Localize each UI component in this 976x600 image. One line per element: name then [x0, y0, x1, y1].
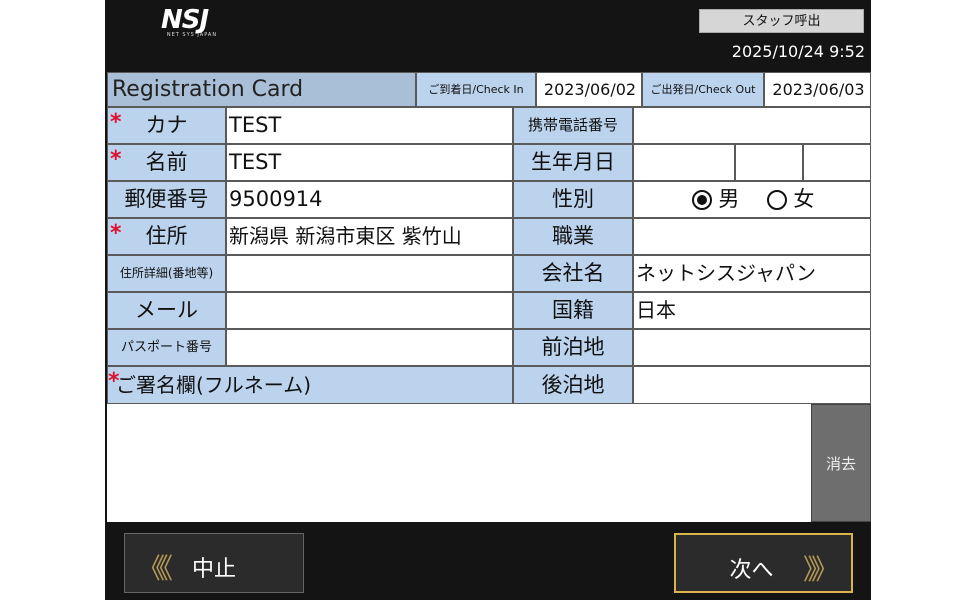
previous-stay-label: 前泊地: [513, 329, 633, 366]
company-input[interactable]: ネットシスジャパン: [633, 255, 871, 292]
cancel-button-label: 中止: [191, 557, 236, 582]
required-mark: *: [110, 221, 122, 246]
signature-label-text: ご署名欄(フルネーム): [116, 373, 312, 397]
name-label-text: 名前: [145, 150, 188, 174]
birth-month-input[interactable]: [735, 144, 803, 181]
name-label: * 名前: [107, 144, 226, 181]
kana-label: * カナ: [107, 107, 226, 144]
postal-code-label: 郵便番号: [107, 181, 226, 218]
required-mark: *: [108, 369, 120, 394]
email-label: メール: [107, 292, 226, 329]
nationality-input[interactable]: 日本: [633, 292, 871, 329]
cancel-button[interactable]: 《《 中止: [124, 533, 304, 593]
checkin-date[interactable]: 2023/06/02: [536, 72, 642, 107]
address-detail-input[interactable]: [226, 255, 513, 292]
mobile-phone-input[interactable]: [633, 107, 871, 144]
gender-field: 男 女: [633, 181, 871, 218]
kana-input[interactable]: TEST: [226, 107, 513, 144]
passport-input[interactable]: [226, 329, 513, 366]
nationality-label: 国籍: [513, 292, 633, 329]
nsj-logo: NSJ NET SYS JAPAN: [161, 6, 223, 40]
checkout-date[interactable]: 2023/06/03: [764, 72, 871, 107]
datetime-display: 2025/10/24 9:52: [731, 42, 865, 61]
passport-label: パスポート番号: [107, 329, 226, 366]
double-chevron-right-icon: 》》: [802, 553, 839, 586]
previous-stay-input[interactable]: [633, 329, 871, 366]
signature-pad[interactable]: [107, 404, 811, 522]
next-stay-label: 後泊地: [513, 366, 633, 404]
logo-mark: NSJ: [161, 5, 209, 35]
next-button[interactable]: 次へ 》》: [674, 533, 853, 593]
clear-signature-button[interactable]: 消去: [811, 404, 871, 522]
kiosk-screen: NSJ NET SYS JAPAN スタッフ呼出 2025/10/24 9:52…: [105, 0, 871, 600]
occupation-label: 職業: [513, 218, 633, 255]
postal-code-input[interactable]: 9500914: [226, 181, 513, 218]
required-mark: *: [110, 147, 122, 172]
card-title: Registration Card: [107, 72, 416, 107]
checkout-label: ご出発日/Check Out: [642, 72, 764, 107]
kana-label-text: カナ: [145, 113, 188, 137]
address-label: * 住所: [107, 218, 226, 255]
gender-label: 性別: [513, 181, 633, 218]
gender-male-label[interactable]: 男: [718, 187, 739, 211]
address-detail-label: 住所詳細(番地等): [107, 255, 226, 292]
birthdate-label: 生年月日: [513, 144, 633, 181]
company-label: 会社名: [513, 255, 633, 292]
checkin-label: ご到着日/Check In: [416, 72, 536, 107]
birth-year-input[interactable]: [633, 144, 735, 181]
gender-female-radio[interactable]: [766, 190, 787, 210]
gender-female-label[interactable]: 女: [793, 187, 814, 211]
mobile-phone-label: 携帯電話番号: [513, 107, 633, 144]
required-mark: *: [110, 110, 122, 135]
email-input[interactable]: [226, 292, 513, 329]
name-input[interactable]: TEST: [226, 144, 513, 181]
signature-label: * ご署名欄(フルネーム): [107, 366, 513, 404]
occupation-input[interactable]: [633, 218, 871, 255]
address-label-text: 住所: [145, 224, 188, 248]
gender-male-radio[interactable]: [691, 190, 712, 210]
birth-day-input[interactable]: [803, 144, 871, 181]
staff-call-button[interactable]: スタッフ呼出: [699, 9, 864, 33]
logo-subtitle: NET SYS JAPAN: [166, 32, 218, 38]
card-title-text: Registration Card: [112, 77, 304, 102]
address-input[interactable]: 新潟県 新潟市東区 紫竹山: [226, 218, 513, 255]
next-stay-input[interactable]: [633, 366, 871, 404]
